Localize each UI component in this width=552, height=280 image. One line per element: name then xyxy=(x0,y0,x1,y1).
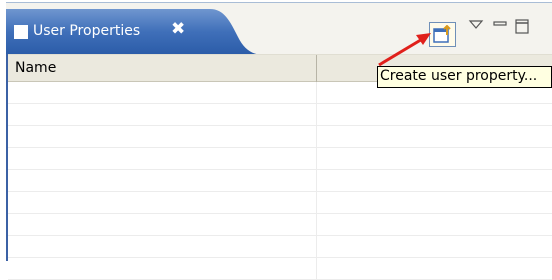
table-row[interactable] xyxy=(8,192,552,214)
value-cell[interactable] xyxy=(317,192,552,213)
name-cell[interactable] xyxy=(8,148,317,169)
minimize-icon xyxy=(493,21,507,26)
value-cell[interactable] xyxy=(317,148,552,169)
view-icon xyxy=(14,25,28,39)
create-user-property-button[interactable] xyxy=(429,22,456,47)
value-cell[interactable] xyxy=(317,258,552,279)
table-row[interactable] xyxy=(8,148,552,170)
maximize-button[interactable] xyxy=(514,18,530,34)
tab-title: User Properties xyxy=(33,23,141,39)
tab-strip: User Properties ✖ xyxy=(6,2,552,55)
name-cell[interactable] xyxy=(8,192,317,213)
table-row[interactable] xyxy=(8,236,552,258)
value-cell[interactable] xyxy=(317,126,552,147)
user-properties-view: User Properties ✖ Name Create user prope… xyxy=(6,2,552,280)
minimize-button[interactable] xyxy=(492,18,508,32)
value-cell[interactable] xyxy=(317,104,552,125)
table-row[interactable] xyxy=(8,126,552,148)
create-user-property-icon xyxy=(433,25,451,43)
table-row[interactable] xyxy=(8,258,552,280)
value-cell[interactable] xyxy=(317,236,552,257)
maximize-icon xyxy=(515,19,529,34)
create-user-property-tooltip: Create user property... xyxy=(377,66,552,88)
chevron-down-icon xyxy=(468,20,484,29)
name-cell[interactable] xyxy=(8,258,317,279)
table-rows xyxy=(8,82,552,280)
value-cell[interactable] xyxy=(317,170,552,191)
column-header-name[interactable]: Name xyxy=(8,55,317,82)
name-cell[interactable] xyxy=(8,104,317,125)
name-cell[interactable] xyxy=(8,236,317,257)
table-row[interactable] xyxy=(8,104,552,126)
name-cell[interactable] xyxy=(8,170,317,191)
value-cell[interactable] xyxy=(317,214,552,235)
view-menu-button[interactable] xyxy=(468,18,484,32)
name-cell[interactable] xyxy=(8,126,317,147)
name-cell[interactable] xyxy=(8,82,317,103)
name-cell[interactable] xyxy=(8,214,317,235)
close-icon[interactable]: ✖ xyxy=(171,19,185,39)
table-row[interactable] xyxy=(8,214,552,236)
table-row[interactable] xyxy=(8,170,552,192)
